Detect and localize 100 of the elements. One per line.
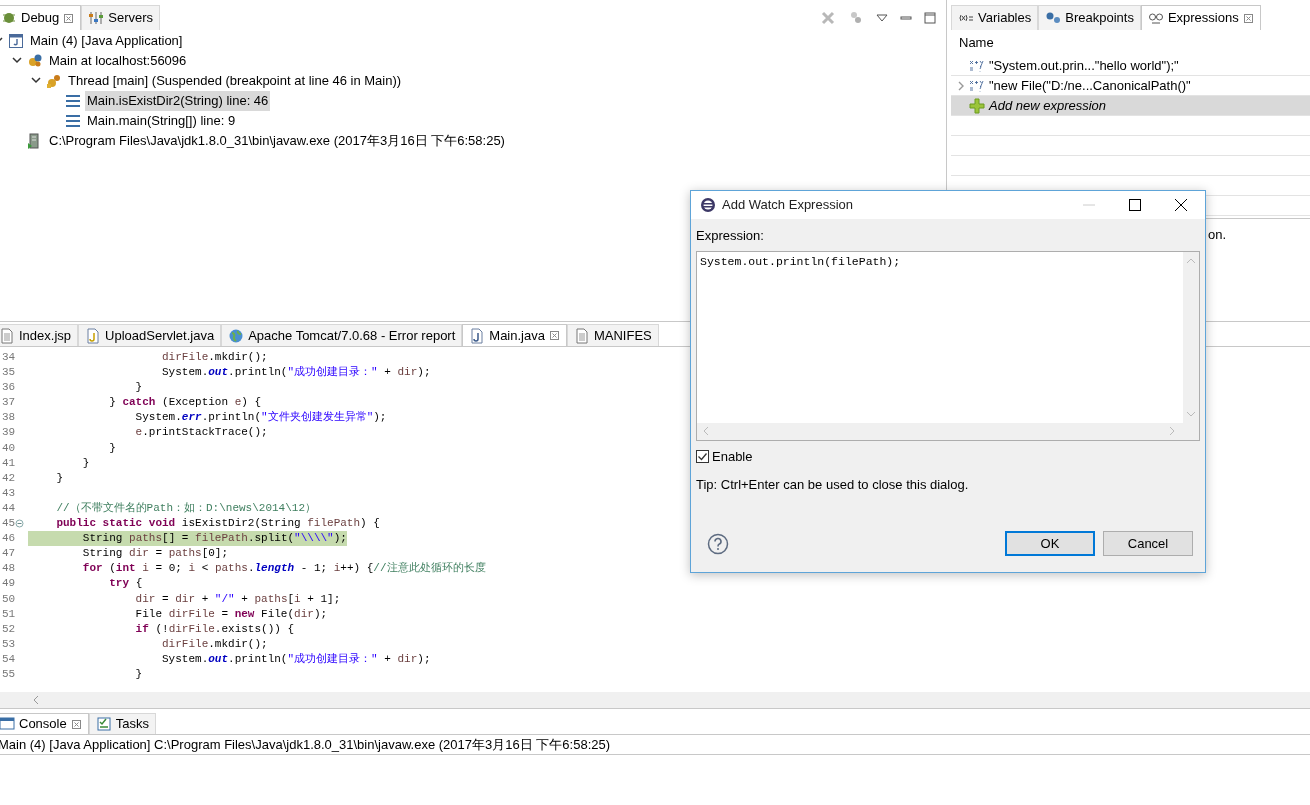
monitor-icon	[0, 716, 15, 732]
code-line: if (!dirFile.exists()) {	[134, 621, 295, 637]
help-icon[interactable]	[707, 532, 729, 555]
expression-icon	[969, 79, 985, 92]
code-line: dir = dir + "/" + paths[i + 1];	[134, 591, 341, 607]
tab[interactable]: Apache Tomcat/7.0.68 - Error report	[221, 324, 463, 346]
tab[interactable]: Debug	[0, 5, 82, 30]
stack-frame-icon	[65, 93, 81, 109]
tree-item[interactable]: C:\Program Files\Java\jdk1.8.0_31\bin\javaw.exe (2017年3月16日 下午6:58:25)	[47, 131, 507, 151]
plus-icon	[969, 97, 985, 114]
line-number: 50	[2, 591, 16, 607]
tab[interactable]: Breakpoints	[1038, 5, 1141, 30]
tree-item[interactable]: Main.main(String[]) line: 9	[85, 111, 238, 131]
tab[interactable]: Console	[0, 713, 89, 734]
code-line: try {	[108, 576, 143, 592]
tab[interactable]: Tasks	[88, 713, 156, 734]
tab[interactable]: MANIFES	[566, 324, 659, 346]
tab[interactable]: Servers	[81, 5, 161, 30]
checklist-icon	[95, 716, 112, 732]
code-line: e.printStackTrace();	[134, 425, 268, 441]
code-line: for (int i = 0; i < paths.length - 1; i++) {//注意此处循环的长度	[81, 561, 486, 577]
tree-item[interactable]: Main.isExistDir2(String) line: 46	[85, 91, 271, 111]
line-number: 36	[2, 380, 16, 396]
dialog-title: Add Watch Expression	[722, 196, 854, 215]
line-number: 52	[2, 621, 16, 637]
code-line: } catch (Exception e) {	[108, 395, 262, 411]
code-line: //（不带文件名的Path：如：D:\news\2014\12）	[55, 500, 317, 516]
app-icon	[699, 196, 717, 214]
expression-row[interactable]: Add new expression	[951, 96, 1310, 116]
dialog-button[interactable]: Cancel	[1103, 531, 1193, 556]
line-number: 38	[2, 410, 16, 426]
gears-icon	[27, 53, 43, 69]
close-icon[interactable]	[1174, 198, 1188, 212]
remove-all-icon[interactable]	[820, 9, 836, 26]
line-number: 45	[2, 516, 16, 532]
tab[interactable]: Variables	[951, 5, 1039, 30]
field-label: Expression:	[696, 227, 764, 245]
code-line: System.out.println("成功创建目录：" + dir);	[161, 651, 431, 667]
line-number: 44	[2, 500, 16, 516]
column-header: Name	[958, 34, 995, 52]
line-number: 48	[2, 561, 16, 577]
expression-text: System.out.println(filePath);	[700, 254, 901, 268]
line-number: 37	[2, 395, 16, 411]
tree-item[interactable]: Thread [main] (Suspended (breakpoint at line 46 in Main))	[66, 71, 404, 91]
code-line: System.err.println("文件夹创建发生异常");	[134, 410, 387, 426]
view-menu-icon[interactable]	[876, 12, 888, 23]
code-line: dirFile.mkdir();	[161, 636, 268, 652]
expression-row[interactable]: "System.out.prin..."hello world");"	[951, 56, 1310, 76]
line-number: 46	[2, 531, 16, 547]
line-number: 40	[2, 440, 16, 456]
expression-icon	[969, 59, 985, 72]
code-line: System.out.println("成功创建目录：" + dir);	[161, 365, 431, 381]
maximize-icon[interactable]	[1128, 198, 1142, 212]
tree-item[interactable]: Main (4) [Java Application]	[28, 31, 185, 51]
code-line: }	[81, 455, 90, 471]
tab[interactable]: Main.java	[462, 324, 567, 346]
dialog-button[interactable]: OK	[1005, 531, 1095, 556]
line-number: 42	[2, 470, 16, 486]
code-line: }	[134, 666, 143, 682]
line-number: 47	[2, 546, 16, 562]
tree-item[interactable]: Main at localhost:56096	[47, 51, 189, 71]
file-icon	[0, 327, 15, 344]
scroll-left-icon[interactable]	[32, 695, 40, 705]
stack-frame-icon	[65, 113, 81, 129]
globe-icon	[228, 327, 245, 344]
threads-icon[interactable]	[848, 9, 864, 26]
sliders-icon	[88, 10, 105, 26]
java-file-icon	[85, 327, 102, 344]
code-line: public static void isExistDir2(String filePath) {	[55, 516, 380, 532]
dots-icon	[1045, 10, 1062, 26]
tab[interactable]: Index.jsp	[0, 324, 79, 346]
checkbox-label: Enable	[712, 447, 753, 466]
variables-icon	[958, 12, 974, 24]
detail-text: on.	[1207, 226, 1226, 244]
code-line: File dirFile = new File(dir);	[134, 606, 328, 622]
line-number: 55	[2, 666, 16, 682]
window-icon	[8, 33, 24, 49]
line-number: 49	[2, 576, 16, 592]
line-number: 34	[2, 350, 16, 365]
glasses-icon	[1147, 10, 1164, 26]
line-number: 39	[2, 425, 16, 441]
line-number: 43	[2, 485, 16, 501]
code-line: }	[108, 440, 116, 456]
file-icon	[573, 327, 590, 344]
checkbox[interactable]	[696, 449, 709, 463]
code-line: dirFile.mkdir();	[161, 350, 268, 365]
code-line: }	[55, 470, 63, 486]
line-number: 51	[2, 606, 16, 622]
line-number: 54	[2, 651, 16, 667]
expand-icon[interactable]	[957, 80, 965, 91]
tab[interactable]: UploadServlet.java	[78, 324, 222, 346]
line-number: 35	[2, 365, 16, 381]
gears-icon	[46, 73, 62, 89]
tab[interactable]: Expressions	[1140, 5, 1261, 30]
horizontal-scrollbar[interactable]	[0, 692, 1310, 708]
line-number: 41	[2, 455, 16, 471]
java-file-icon	[469, 327, 486, 344]
tip-text: Tip: Ctrl+Enter can be used to close this dialog.	[696, 476, 969, 494]
code-line: String dir = paths[0];	[81, 546, 229, 562]
line-number: 53	[2, 636, 16, 652]
